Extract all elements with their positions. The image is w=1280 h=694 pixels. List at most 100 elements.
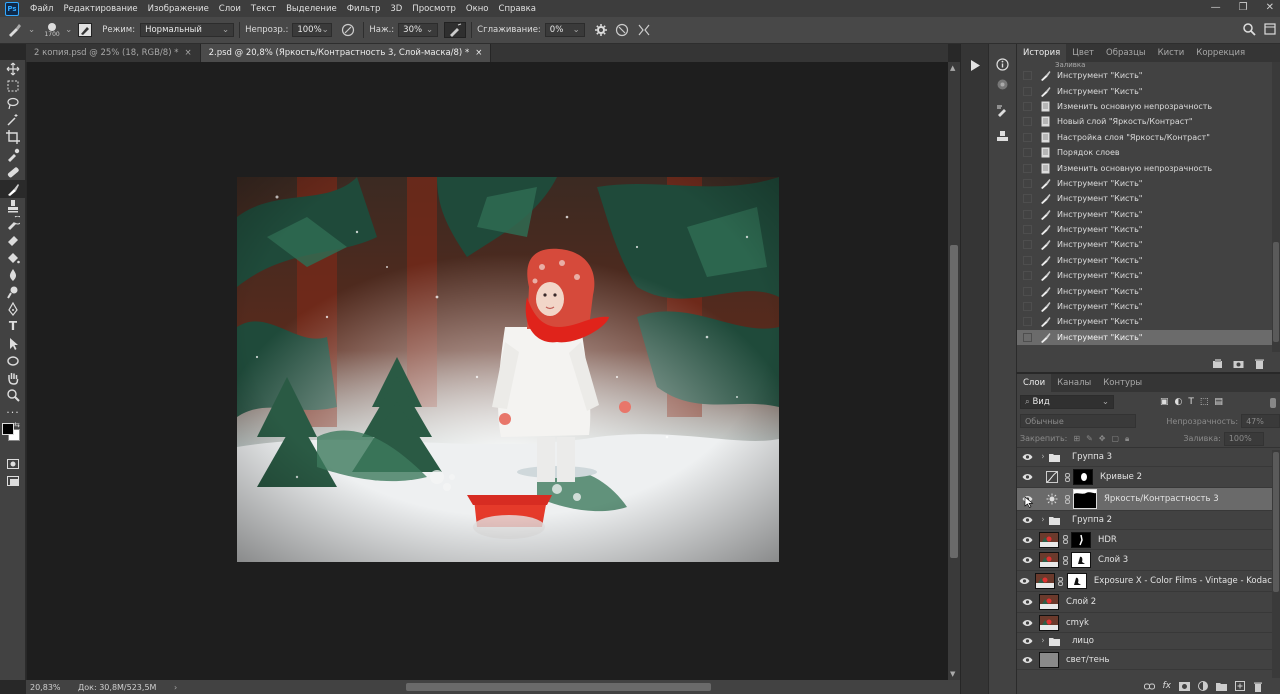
shape-filter-icon[interactable]: ⬚	[1200, 397, 1209, 407]
visibility-eye-icon[interactable]	[1017, 556, 1037, 564]
layer-blend-mode-select[interactable]: Обычные	[1020, 414, 1137, 428]
pressure-opacity-icon[interactable]	[338, 23, 358, 37]
history-state[interactable]: Инструмент "Кисть"	[1017, 253, 1280, 268]
pen-tool-icon[interactable]	[0, 301, 26, 318]
mask-link-icon[interactable]	[1063, 494, 1071, 504]
lasso-tool-icon[interactable]	[0, 94, 26, 111]
tab-paths[interactable]: Контуры	[1097, 374, 1148, 392]
airbrush-icon[interactable]	[444, 22, 467, 38]
folder-icon[interactable]	[1216, 682, 1227, 691]
tab-channels[interactable]: Каналы	[1051, 374, 1097, 392]
menu-item-10[interactable]: Справка	[494, 4, 541, 14]
eraser-tool-icon[interactable]	[0, 232, 26, 249]
healing-brush-tool-icon[interactable]	[0, 163, 26, 180]
layer-thumbnail[interactable]	[1034, 573, 1055, 589]
visibility-eye-icon[interactable]	[1017, 453, 1037, 461]
trash-icon[interactable]	[1254, 358, 1265, 369]
visibility-eye-icon[interactable]	[1017, 577, 1033, 585]
tab-brushes[interactable]: Кисти	[1152, 44, 1191, 62]
layer-thumbnail[interactable]	[1039, 594, 1059, 610]
history-state[interactable]: Изменить основную непрозрачность	[1017, 160, 1280, 175]
snapshot-camera-icon[interactable]	[1233, 358, 1244, 369]
layer-thumbnail[interactable]	[1039, 651, 1059, 668]
history-state[interactable]: Изменить основную непрозрачность	[1017, 99, 1280, 114]
swap-colors-icon[interactable]: ⇆	[14, 421, 20, 429]
history-state[interactable]: Инструмент "Кисть"	[1017, 283, 1280, 298]
color-swatches[interactable]: ⇆	[0, 421, 26, 455]
history-state[interactable]: Новый слой "Яркость/Контраст"	[1017, 114, 1280, 129]
lock-transparent-icon[interactable]: ⊞	[1073, 434, 1080, 444]
history-state[interactable]: Инструмент "Кисть"	[1017, 83, 1280, 98]
brush-preset-icon[interactable]	[0, 22, 28, 38]
history-state-checkbox[interactable]	[1023, 86, 1032, 96]
layer-row[interactable]: Слой 2	[1017, 592, 1280, 613]
maximize-button[interactable]: ❐	[1239, 2, 1248, 13]
document-tab-2[interactable]: 2.psd @ 20,8% (Яркость/Контрастность 3, …	[200, 44, 492, 62]
layer-row[interactable]: › Группа 3	[1017, 448, 1280, 467]
menu-item-9[interactable]: Окно	[461, 4, 494, 14]
scroll-up-icon[interactable]: ▲	[950, 64, 955, 72]
history-state-checkbox[interactable]	[1023, 163, 1032, 173]
symmetry-icon[interactable]	[633, 23, 655, 37]
layer-mask-thumbnail[interactable]	[1071, 552, 1091, 568]
layer-row[interactable]: Кривые 2	[1017, 467, 1280, 488]
pixel-filter-icon[interactable]: ▣	[1160, 397, 1169, 407]
layers-scrollbar[interactable]	[1272, 450, 1280, 678]
history-scrollbar[interactable]	[1272, 62, 1280, 352]
adjustment-icon[interactable]	[1198, 681, 1208, 691]
visibility-eye-icon[interactable]	[1017, 536, 1037, 544]
layer-thumbnail[interactable]	[1039, 552, 1059, 568]
crop-tool-icon[interactable]	[0, 129, 26, 146]
type-tool-icon[interactable]: T	[0, 318, 26, 335]
tab-close-icon[interactable]: ×	[184, 48, 191, 58]
mask-link-icon[interactable]	[1063, 472, 1071, 482]
shape-tool-icon[interactable]	[0, 352, 26, 369]
lock-all-icon[interactable]: 🔒︎	[1125, 434, 1129, 444]
minimize-button[interactable]: —	[1211, 2, 1221, 13]
workspace-icon[interactable]	[1264, 23, 1276, 35]
menu-item-5[interactable]: Выделение	[281, 4, 342, 14]
menu-item-6[interactable]: Фильтр	[342, 4, 386, 14]
layer-fill-input[interactable]: 100%	[1223, 431, 1264, 446]
blend-mode-select[interactable]: Нормальный ⌄	[140, 23, 235, 37]
history-state[interactable]: Настройка слоя "Яркость/Контраст"	[1017, 130, 1280, 145]
mask-link-icon[interactable]	[1061, 555, 1069, 565]
brush-panel-toggle-icon[interactable]	[78, 23, 93, 37]
layer-thumbnail[interactable]	[1039, 614, 1059, 631]
opacity-input[interactable]: 100% ⌄	[292, 23, 333, 37]
tab-swatches[interactable]: Образцы	[1100, 44, 1152, 62]
history-state[interactable]: Инструмент "Кисть"	[1017, 268, 1280, 283]
history-state[interactable]: Инструмент "Кисть"	[1017, 314, 1280, 329]
history-state-checkbox[interactable]	[1023, 286, 1032, 296]
brush-tool-icon[interactable]	[0, 180, 26, 198]
document-image[interactable]	[237, 177, 779, 562]
pressure-size-icon[interactable]	[611, 23, 633, 37]
layer-mask-thumbnail[interactable]	[1066, 573, 1087, 589]
new-document-from-state-icon[interactable]	[1212, 358, 1223, 369]
more-tools-icon[interactable]: ···	[0, 404, 26, 421]
smart-object-filter-icon[interactable]: ▤	[1214, 397, 1223, 407]
vertical-scroll-thumb[interactable]	[950, 245, 958, 558]
adjustment-filter-icon[interactable]: ◐	[1175, 397, 1183, 407]
lock-position-icon[interactable]: ✥	[1099, 434, 1106, 444]
mask-link-icon[interactable]	[1061, 535, 1069, 544]
layer-row[interactable]: › Группа 2	[1017, 511, 1280, 530]
layer-row[interactable]: › лицо	[1017, 633, 1280, 650]
layer-row[interactable]: cmyk	[1017, 613, 1280, 633]
document-tab-1[interactable]: 2 копия.psd @ 25% (18, RGB/8) * ×	[26, 44, 201, 62]
fx-icon[interactable]: fx	[1163, 681, 1172, 691]
history-state-checkbox[interactable]	[1023, 71, 1032, 81]
history-state[interactable]: Инструмент "Кисть"	[1017, 68, 1280, 83]
tab-color[interactable]: Цвет	[1066, 44, 1100, 62]
history-state[interactable]: Инструмент "Кисть"	[1017, 329, 1280, 346]
layer-row[interactable]: HDR	[1017, 530, 1280, 550]
expand-chevron-icon[interactable]: ›	[1037, 515, 1049, 525]
blur-tool-icon[interactable]	[0, 266, 26, 283]
foreground-color-swatch[interactable]	[2, 422, 14, 435]
hand-tool-icon[interactable]	[0, 369, 26, 386]
tab-history[interactable]: История	[1017, 44, 1067, 62]
marquee-tool-icon[interactable]	[0, 77, 26, 94]
tab-layers[interactable]: Слои	[1017, 374, 1052, 392]
menu-item-0[interactable]: Файл	[25, 4, 58, 14]
layer-mask-thumbnail[interactable]	[1073, 489, 1097, 509]
